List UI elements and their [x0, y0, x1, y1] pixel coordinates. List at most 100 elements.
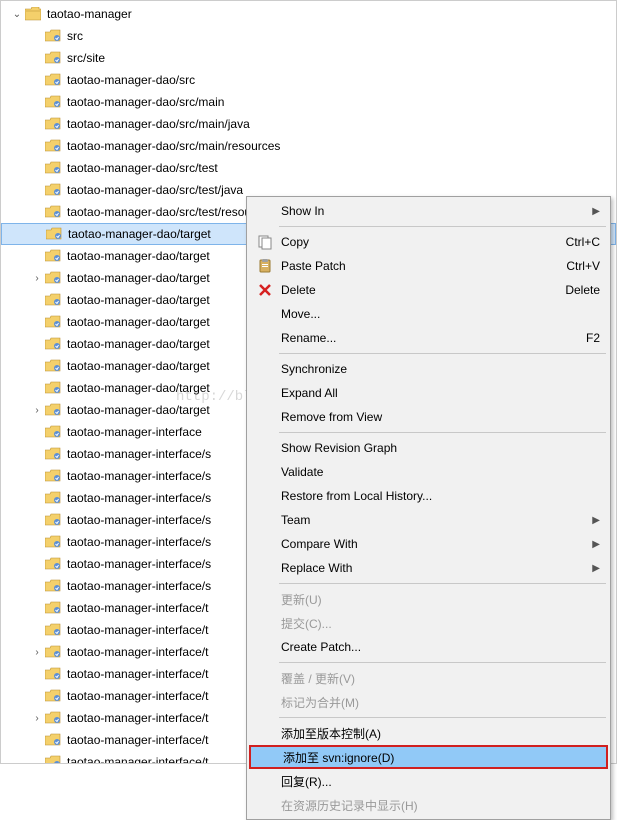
tree-node-label: taotao-manager-interface/t: [67, 667, 208, 681]
menu-icon-placeholder: [255, 747, 279, 767]
tree-node[interactable]: taotao-manager-dao/src: [1, 69, 616, 91]
project-folder-icon: [25, 6, 43, 22]
tree-node-label: taotao-manager-dao/target: [68, 227, 211, 241]
menu-shortcut: Delete: [565, 283, 600, 297]
tree-node-label: taotao-manager-interface/s: [67, 469, 211, 483]
chevron-right-icon[interactable]: ›: [29, 402, 45, 418]
menu-item[interactable]: Create Patch...: [249, 635, 608, 659]
copy-icon: [253, 232, 277, 252]
tree-node-label: taotao-manager-interface/t: [67, 711, 208, 725]
menu-icon-placeholder: [253, 558, 277, 578]
chevron-right-icon: ▶: [592, 515, 600, 526]
chevron-down-icon[interactable]: ⌄: [9, 6, 25, 22]
menu-item-label: 添加至 svn:ignore(D): [283, 749, 598, 766]
menu-icon-placeholder: [253, 534, 277, 554]
menu-item[interactable]: Expand All: [249, 381, 608, 405]
tree-node-label: taotao-manager-dao/src/test/java: [67, 183, 243, 197]
menu-item[interactable]: CopyCtrl+C: [249, 230, 608, 254]
menu-item-label: 添加至版本控制(A): [281, 725, 600, 742]
chevron-right-icon: ▶: [592, 206, 600, 217]
menu-item[interactable]: Synchronize: [249, 357, 608, 381]
tree-node-label: taotao-manager-interface/s: [67, 557, 211, 571]
menu-item-label: Delete: [281, 283, 553, 297]
package-folder-icon: [45, 138, 63, 154]
menu-icon-placeholder: [253, 486, 277, 506]
tree-node[interactable]: taotao-manager-dao/src/test: [1, 157, 616, 179]
menu-item[interactable]: Replace With▶: [249, 556, 608, 580]
menu-item-label: Create Patch...: [281, 640, 600, 654]
chevron-right-icon[interactable]: ›: [29, 710, 45, 726]
menu-icon-placeholder: [253, 637, 277, 657]
menu-item-label: 提交(C)...: [281, 615, 600, 632]
menu-item[interactable]: Compare With▶: [249, 532, 608, 556]
menu-item[interactable]: Show Revision Graph: [249, 436, 608, 460]
menu-item-label: Copy: [281, 235, 554, 249]
menu-icon-placeholder: [253, 304, 277, 324]
package-folder-icon: [46, 226, 64, 242]
package-folder-icon: [45, 204, 63, 220]
menu-icon-placeholder: [253, 723, 277, 743]
menu-icon-placeholder: [253, 692, 277, 712]
tree-node-label: taotao-manager-interface/t: [67, 601, 208, 615]
tree-node-label: taotao-manager-dao/target: [67, 271, 210, 285]
tree-node[interactable]: taotao-manager-dao/src/main/java: [1, 113, 616, 135]
tree-node-label: taotao-manager-dao/target: [67, 403, 210, 417]
menu-icon-placeholder: [253, 771, 277, 791]
menu-item[interactable]: Rename...F2: [249, 326, 608, 350]
menu-item[interactable]: Move...: [249, 302, 608, 326]
menu-item[interactable]: Team▶: [249, 508, 608, 532]
menu-item-label: Validate: [281, 465, 600, 479]
package-folder-icon: [45, 248, 63, 264]
menu-separator: [279, 353, 606, 354]
menu-item: 覆盖 / 更新(V): [249, 666, 608, 690]
tree-node[interactable]: taotao-manager-dao/src/main/resources: [1, 135, 616, 157]
package-folder-icon: [45, 292, 63, 308]
package-folder-icon: [45, 72, 63, 88]
tree-node[interactable]: taotao-manager-dao/src/main: [1, 91, 616, 113]
package-folder-icon: [45, 402, 63, 418]
menu-item: 标记为合并(M): [249, 690, 608, 714]
chevron-right-icon[interactable]: ›: [29, 270, 45, 286]
menu-item[interactable]: Restore from Local History...: [249, 484, 608, 508]
menu-item[interactable]: Delete Delete: [249, 278, 608, 302]
package-folder-icon: [45, 534, 63, 550]
menu-separator: [279, 226, 606, 227]
tree-node-label: taotao-manager-interface/s: [67, 579, 211, 593]
package-folder-icon: [45, 732, 63, 748]
menu-item[interactable]: 回复(R)...: [249, 769, 608, 793]
tree-node-label: taotao-manager-dao/src/main: [67, 95, 224, 109]
menu-item[interactable]: 添加至版本控制(A): [249, 721, 608, 745]
menu-item[interactable]: Paste PatchCtrl+V: [249, 254, 608, 278]
tree-node-label: taotao-manager-dao/target: [67, 359, 210, 373]
menu-item-label: Move...: [281, 307, 600, 321]
package-folder-icon: [45, 116, 63, 132]
menu-icon-placeholder: [253, 668, 277, 688]
menu-item-label: 覆盖 / 更新(V): [281, 670, 600, 687]
package-folder-icon: [45, 468, 63, 484]
tree-node[interactable]: src/site: [1, 47, 616, 69]
tree-node-label: taotao-manager-dao/src: [67, 73, 195, 87]
tree-node-label: taotao-manager-dao/target: [67, 337, 210, 351]
package-folder-icon: [45, 50, 63, 66]
menu-item[interactable]: Validate: [249, 460, 608, 484]
tree-node-label: taotao-manager-interface/t: [67, 755, 208, 763]
menu-icon-placeholder: [253, 383, 277, 403]
menu-item-label: 更新(U): [281, 591, 600, 608]
package-folder-icon: [45, 644, 63, 660]
tree-node-label: taotao-manager-dao/src/main/resources: [67, 139, 280, 153]
menu-item-label: Compare With: [281, 537, 586, 551]
menu-item[interactable]: Show In▶: [249, 199, 608, 223]
tree-node[interactable]: src: [1, 25, 616, 47]
tree-node[interactable]: ⌄taotao-manager: [1, 3, 616, 25]
tree-node-label: taotao-manager-dao/target: [67, 293, 210, 307]
menu-icon-placeholder: [253, 589, 277, 609]
menu-shortcut: F2: [586, 331, 600, 345]
chevron-right-icon[interactable]: ›: [29, 644, 45, 660]
menu-item[interactable]: Remove from View: [249, 405, 608, 429]
tree-node-label: taotao-manager-dao/target: [67, 315, 210, 329]
context-menu: Show In▶CopyCtrl+CPaste PatchCtrl+VDelet…: [246, 196, 611, 820]
menu-item-label: Expand All: [281, 386, 600, 400]
menu-separator: [279, 583, 606, 584]
menu-item[interactable]: 添加至 svn:ignore(D): [249, 745, 608, 769]
menu-icon-placeholder: [253, 510, 277, 530]
